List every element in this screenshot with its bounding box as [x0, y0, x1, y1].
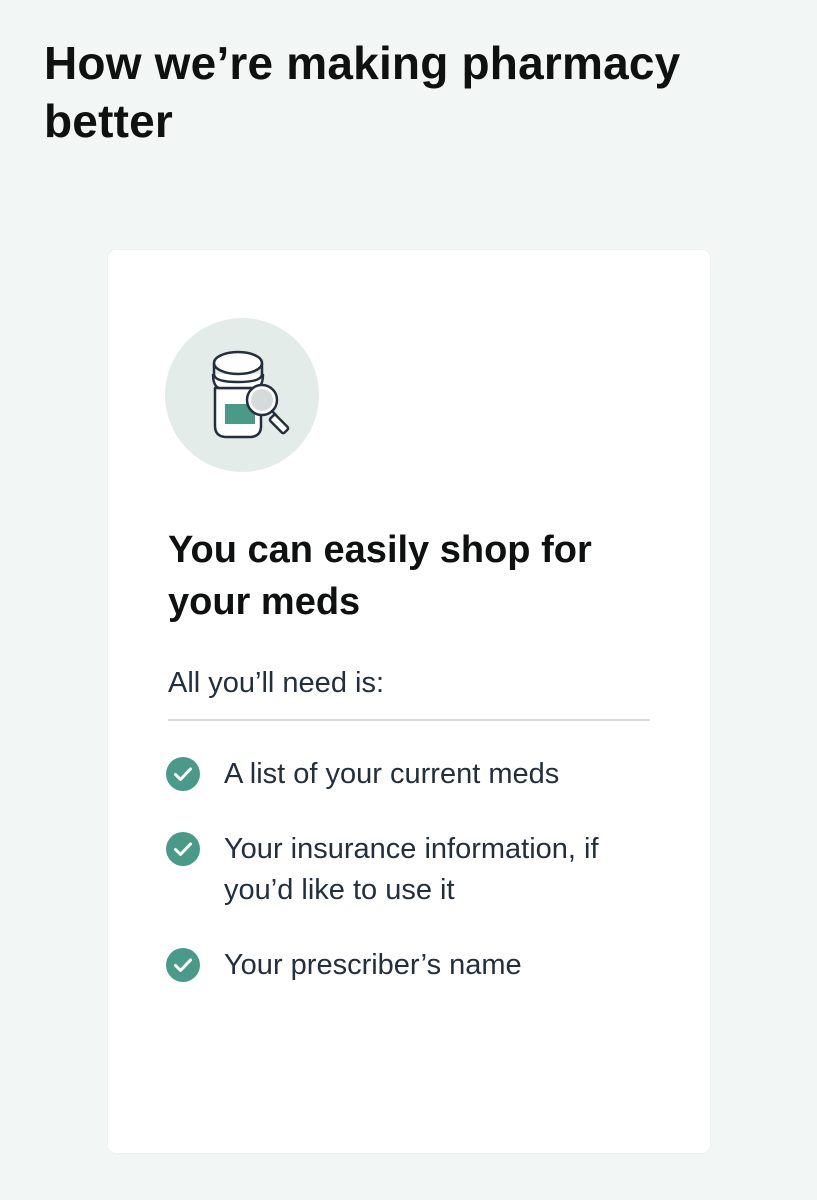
- checklist-item: A list of your current meds: [166, 754, 666, 795]
- checklist-item: Your insurance information, if you’d lik…: [166, 829, 666, 911]
- check-circle-icon: [166, 757, 200, 791]
- info-card: You can easily shop for your meds All yo…: [108, 250, 710, 1153]
- checklist-item-label: A list of your current meds: [224, 758, 560, 790]
- requirements-checklist: A list of your current meds Your insuran…: [166, 754, 666, 1020]
- check-circle-icon: [166, 832, 200, 866]
- pill-bottle-magnifier-icon: [165, 318, 319, 472]
- checklist-item-label: Your insurance information, if you’d lik…: [224, 833, 599, 906]
- card-title: You can easily shop for your meds: [168, 529, 592, 623]
- divider: [168, 719, 650, 721]
- requirements-subtitle: All you’ll need is:: [168, 667, 384, 699]
- page-title: How we’re making pharmacy better: [44, 37, 681, 147]
- check-circle-icon: [166, 948, 200, 982]
- checklist-item: Your prescriber’s name: [166, 945, 666, 986]
- checklist-item-label: Your prescriber’s name: [224, 949, 522, 981]
